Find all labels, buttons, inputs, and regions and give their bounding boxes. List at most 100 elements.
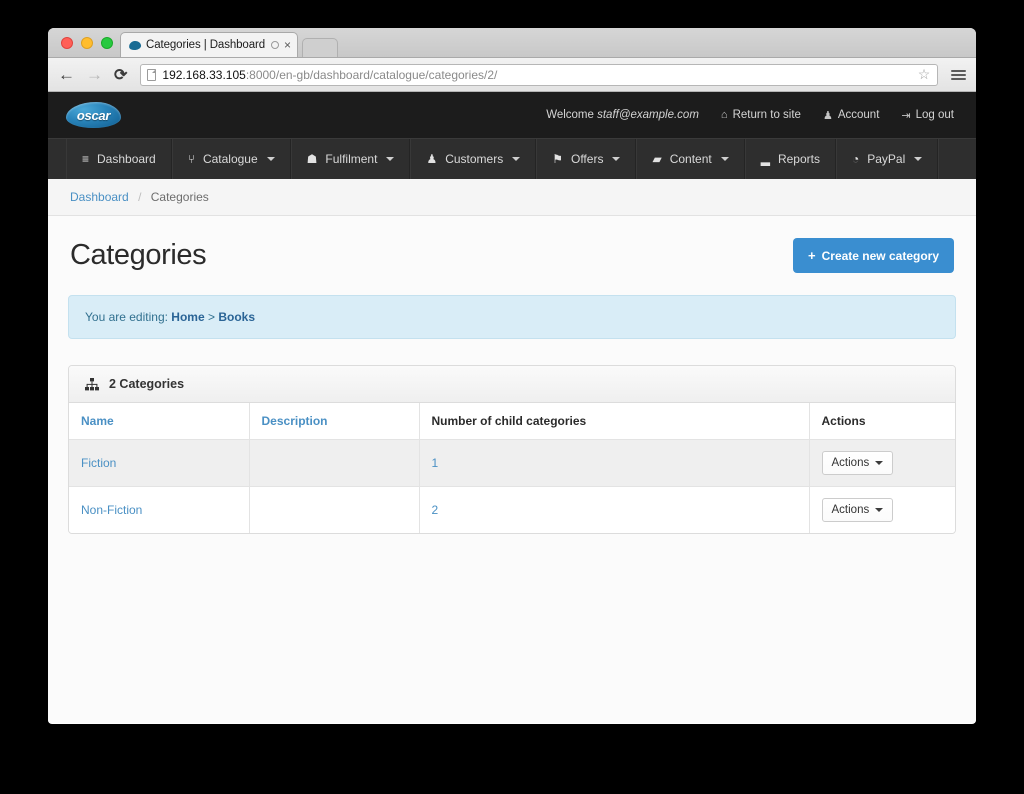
chevron-down-icon xyxy=(612,157,621,161)
row-actions-button[interactable]: Actions xyxy=(821,498,894,522)
nav-label-reports: Reports xyxy=(777,152,820,166)
oscar-logo[interactable]: oscar xyxy=(66,102,121,128)
chevron-down-icon xyxy=(512,157,521,161)
reload-icon[interactable]: ⟳ xyxy=(114,65,127,85)
logout-label: Log out xyxy=(915,109,954,121)
nav-item-offers[interactable]: ⚑ Offers xyxy=(536,139,637,179)
megaphone-icon: ⚑ xyxy=(552,152,563,166)
create-new-category-label: Create new category xyxy=(821,248,939,263)
list-icon: ≡ xyxy=(82,152,90,166)
tab-title: Categories | Dashboard | O xyxy=(146,39,266,51)
back-icon[interactable]: ← xyxy=(58,66,75,83)
child-count-link[interactable]: 1 xyxy=(432,456,439,470)
categories-panel: 2 Categories Name Description Number of … xyxy=(68,365,956,534)
nav-label-catalogue: Catalogue xyxy=(202,152,258,166)
breadcrumb-separator: / xyxy=(138,190,142,204)
column-header-name: Name xyxy=(69,403,250,440)
topbar-right-group: Welcome staff@example.com ⌂ Return to si… xyxy=(546,109,954,122)
logout-icon: ⇥ xyxy=(901,109,911,122)
nav-label-paypal: PayPal xyxy=(867,152,906,166)
sort-link-name[interactable]: Name xyxy=(81,414,114,428)
editing-alert-link-books[interactable]: Books xyxy=(218,310,255,324)
nav-item-dashboard[interactable]: ≡ Dashboard xyxy=(66,139,172,179)
browser-tab-active[interactable]: Categories | Dashboard | O × xyxy=(120,32,298,57)
row-actions-button[interactable]: Actions xyxy=(821,451,894,475)
panel-heading-text: 2 Categories xyxy=(109,377,185,391)
sitemap-icon: ⑂ xyxy=(187,152,195,166)
home-icon: ⌂ xyxy=(720,109,728,121)
nav-label-content: Content xyxy=(669,152,712,166)
page-title: Categories xyxy=(70,239,207,271)
account-label: Account xyxy=(837,109,880,121)
editing-alert: You are editing: Home > Books xyxy=(68,295,956,339)
sitemap-icon xyxy=(85,377,99,390)
categories-table: Name Description Number of child categor… xyxy=(69,403,955,533)
nav-item-reports[interactable]: ▂ Reports xyxy=(744,139,836,179)
page-content: Dashboard / Categories Categories + Crea… xyxy=(48,179,976,534)
cell-actions: Actions xyxy=(809,439,955,487)
nav-item-content[interactable]: ▰ Content xyxy=(636,139,745,179)
address-bar[interactable]: 192.168.33.105:8000/en-gb/dashboard/cata… xyxy=(140,63,938,86)
nav-item-fulfilment[interactable]: ☗ Fulfilment xyxy=(290,139,411,179)
row-actions-label: Actions xyxy=(831,457,870,469)
nav-item-customers[interactable]: ♟ Customers xyxy=(410,139,537,179)
editing-alert-separator: > xyxy=(204,310,219,324)
breadcrumb: Dashboard / Categories xyxy=(48,179,976,216)
url-host: 192.168.33.105 xyxy=(162,67,246,82)
browser-tab-inactive[interactable] xyxy=(302,38,338,57)
welcome-prefix: Welcome xyxy=(546,109,598,121)
create-new-category-button[interactable]: + Create new category xyxy=(793,238,954,273)
close-window-button[interactable] xyxy=(61,37,73,49)
table-row: Fiction 1 Actions xyxy=(69,439,955,487)
browser-menu-icon[interactable] xyxy=(951,69,966,80)
url-path: :8000/en-gb/dashboard/catalogue/categori… xyxy=(245,67,498,82)
breadcrumb-link-dashboard[interactable]: Dashboard xyxy=(70,190,129,204)
tab-loading-icon xyxy=(270,41,279,49)
table-header-row: Name Description Number of child categor… xyxy=(69,403,955,440)
category-link[interactable]: Fiction xyxy=(81,456,116,470)
account-link[interactable]: ♟ Account xyxy=(823,109,879,122)
breadcrumb-current: Categories xyxy=(150,190,209,204)
column-header-children: Number of child categories xyxy=(419,403,810,440)
oscar-topbar: oscar Welcome staff@example.com ⌂ Return… xyxy=(48,92,976,138)
cell-children-count: 1 xyxy=(419,439,810,487)
tab-close-icon[interactable]: × xyxy=(284,39,291,51)
column-header-actions: Actions xyxy=(809,403,955,440)
page-info-icon xyxy=(147,68,157,81)
minimize-window-button[interactable] xyxy=(81,37,93,49)
browser-window: Categories | Dashboard | O × ← → ⟳ 192.1… xyxy=(48,28,976,724)
return-to-site-link[interactable]: ⌂ Return to site xyxy=(721,109,801,121)
nav-item-catalogue[interactable]: ⑂ Catalogue xyxy=(171,139,291,179)
panel-header: 2 Categories xyxy=(69,366,955,403)
category-link[interactable]: Non-Fiction xyxy=(81,503,142,517)
maximize-window-button[interactable] xyxy=(101,37,113,49)
table-row: Non-Fiction 2 Actions xyxy=(69,486,955,533)
browser-toolbar: ← → ⟳ 192.168.33.105:8000/en-gb/dashboar… xyxy=(48,58,976,92)
nav-label-offers: Offers xyxy=(570,152,604,166)
chevron-down-icon xyxy=(914,157,923,161)
chevron-down-icon xyxy=(875,461,884,465)
globe-icon: ◔ xyxy=(851,152,860,166)
sort-link-description[interactable]: Description xyxy=(262,414,328,428)
logout-link[interactable]: ⇥ Log out xyxy=(901,109,954,122)
bookmark-star-icon[interactable]: ☆ xyxy=(917,67,931,82)
favicon-icon xyxy=(128,39,142,51)
chevron-down-icon xyxy=(266,157,275,161)
browser-tabstrip: Categories | Dashboard | O × xyxy=(48,28,976,58)
user-icon: ♟ xyxy=(822,109,833,122)
nav-label-customers: Customers xyxy=(445,152,504,166)
welcome-user-email: staff@example.com xyxy=(597,109,699,121)
oscar-logo-text: oscar xyxy=(76,107,111,123)
child-count-link[interactable]: 2 xyxy=(432,503,439,517)
nav-item-paypal[interactable]: ◔ PayPal xyxy=(835,139,939,179)
editing-alert-prefix: You are editing: xyxy=(85,310,172,324)
column-header-description: Description xyxy=(249,403,420,440)
chevron-down-icon xyxy=(386,157,395,161)
oscar-dashboard: oscar Welcome staff@example.com ⌂ Return… xyxy=(48,92,976,723)
nav-label-fulfilment: Fulfilment xyxy=(325,152,378,166)
cell-name: Fiction xyxy=(69,439,250,487)
cell-children-count: 2 xyxy=(419,486,810,533)
editing-alert-link-home[interactable]: Home xyxy=(171,310,204,324)
main-navigation: ≡ Dashboard ⑂ Catalogue ☗ Fulfilment ♟ C… xyxy=(48,138,976,179)
nav-filler xyxy=(938,139,976,179)
